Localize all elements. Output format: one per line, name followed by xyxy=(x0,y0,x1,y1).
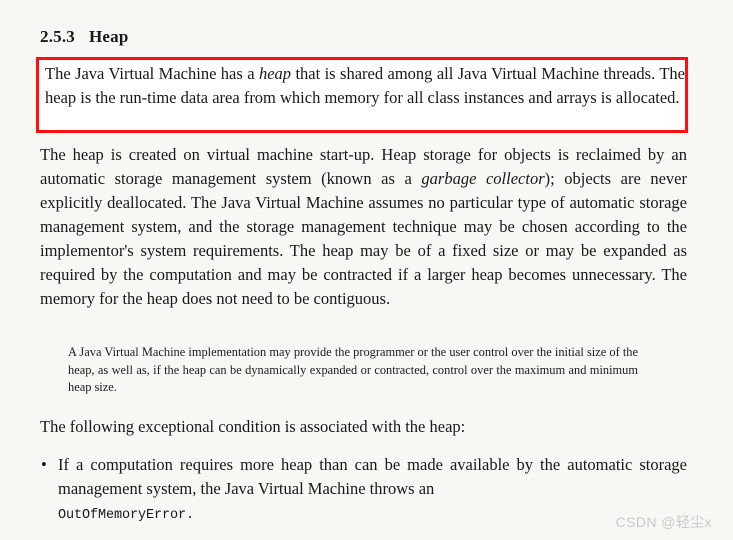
page-title: 2.5.3 Heap xyxy=(40,27,129,47)
highlight-emphasis-heap: heap xyxy=(258,64,292,83)
document-page: 2.5.3 Heap The Java Virtual Machine has a… xyxy=(0,0,733,540)
bullet-list: • If a computation requires more heap tha… xyxy=(40,453,687,528)
watermark: CSDN @轻尘x xyxy=(615,514,712,530)
bullet-marker-icon: • xyxy=(41,455,47,474)
note-text: A Java Virtual Machine implementation ma… xyxy=(68,345,638,394)
highlighted-paragraph-text: The Java Virtual Machine has a heap that… xyxy=(45,62,685,110)
paragraph-2-part2: ); objects are never explicitly dealloca… xyxy=(40,169,687,308)
section-number: 2.5.3 xyxy=(40,27,75,46)
list-item-code-line: OutOfMemoryError. xyxy=(58,501,687,528)
highlight-text-part1: The Java Virtual Machine has a xyxy=(45,64,259,83)
paragraph-heap-creation: The heap is created on virtual machine s… xyxy=(40,143,687,311)
highlighted-paragraph-box: The Java Virtual Machine has a heap that… xyxy=(36,57,688,133)
paragraph-2-emphasis-garbage-collector: garbage collector xyxy=(421,169,545,188)
list-item: • If a computation requires more heap tha… xyxy=(40,453,687,528)
section-title: Heap xyxy=(89,27,129,46)
note-block: A Java Virtual Machine implementation ma… xyxy=(68,344,638,397)
paragraph-3-text: The following exceptional condition is a… xyxy=(40,417,466,436)
paragraph-exceptional-condition: The following exceptional condition is a… xyxy=(40,415,687,439)
code-out-of-memory-error: OutOfMemoryError xyxy=(58,508,187,523)
list-item-trailing-period: . xyxy=(186,508,195,523)
list-item-text: If a computation requires more heap than… xyxy=(58,455,687,498)
